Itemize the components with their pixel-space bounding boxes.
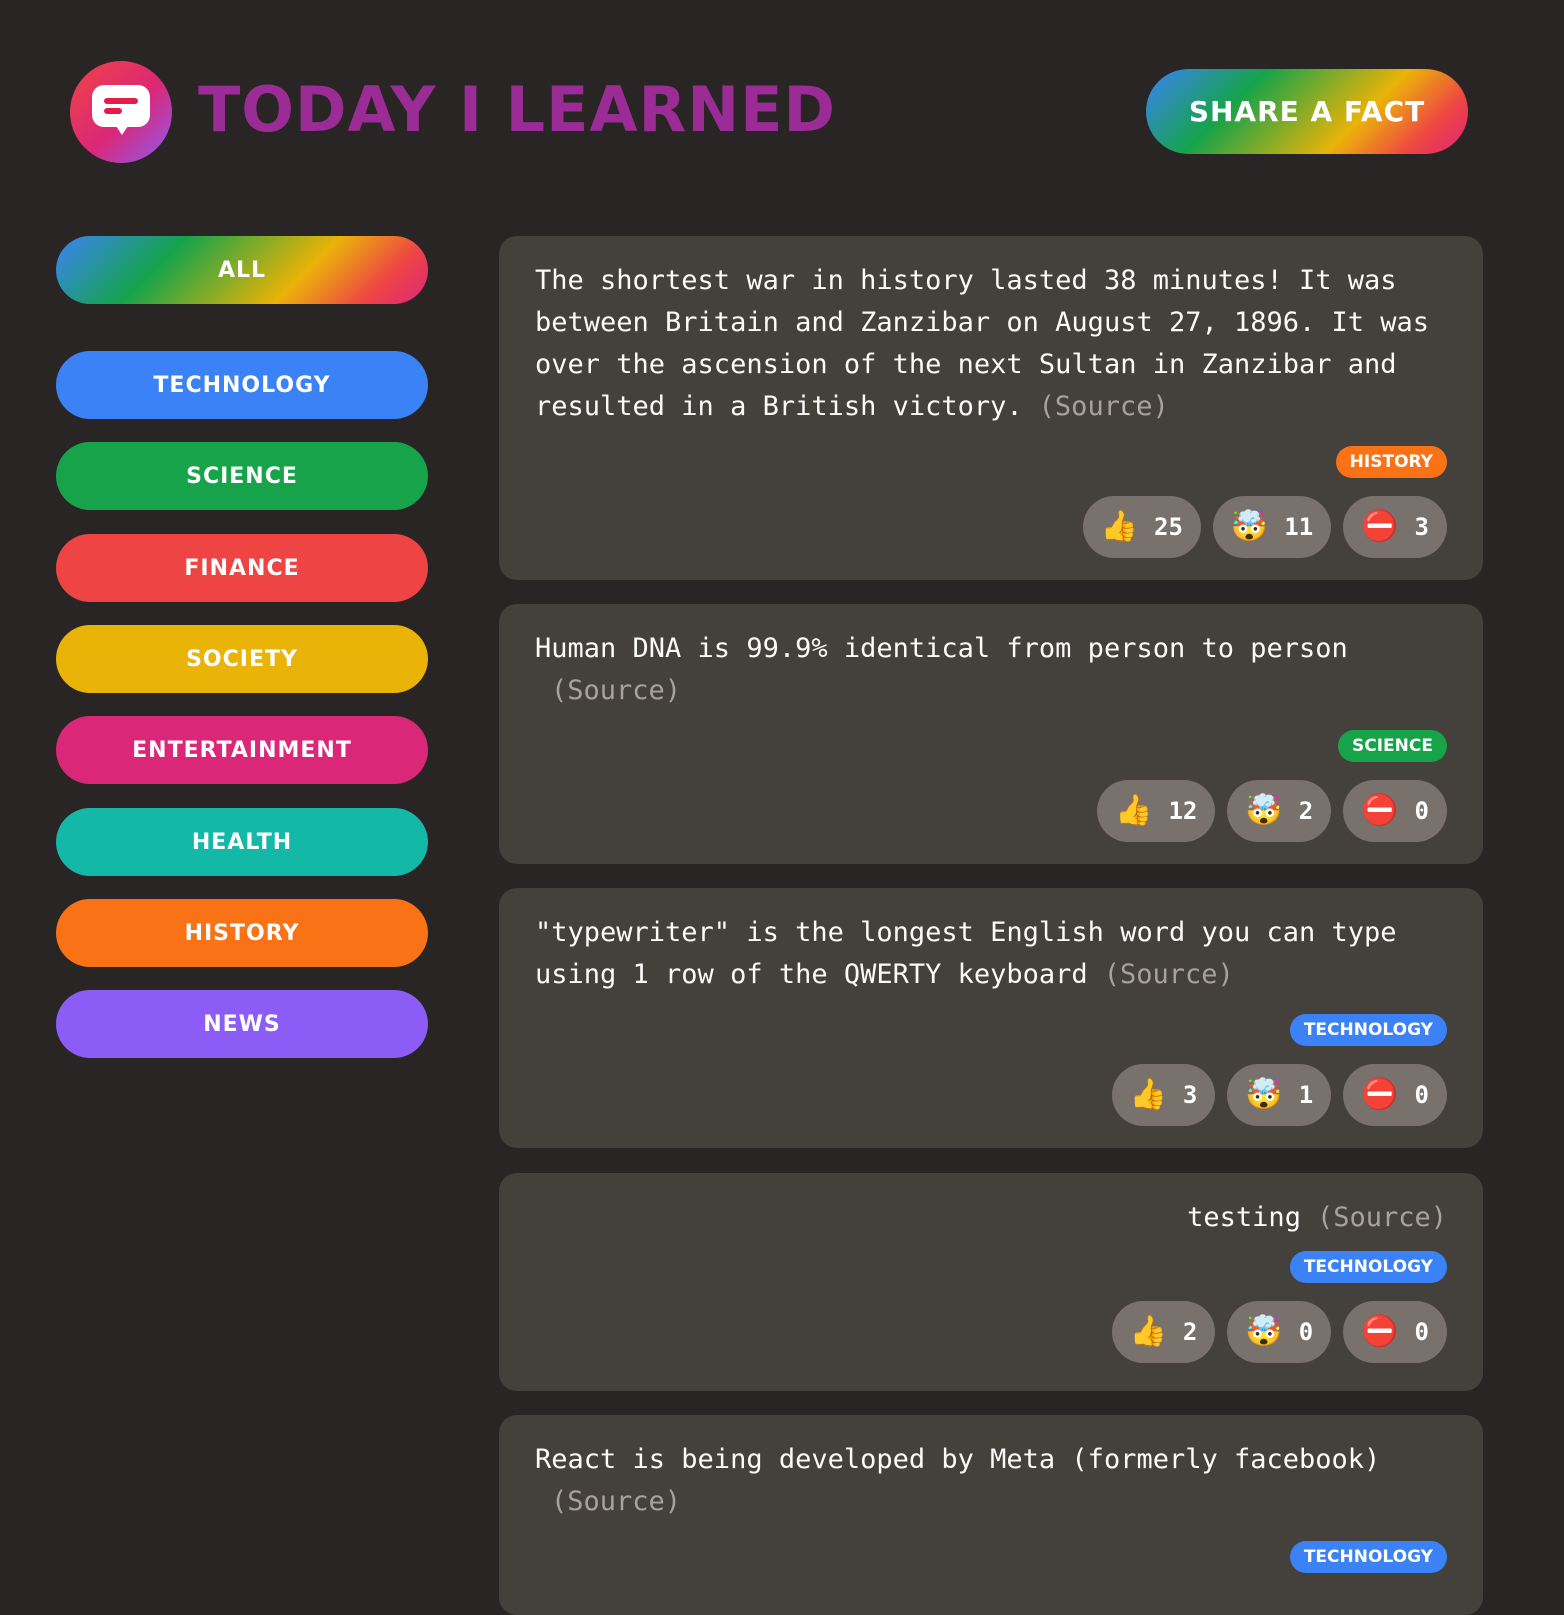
vote-false-button[interactable]: ⛔️ 3	[1343, 496, 1447, 558]
source-link[interactable]: (Source)	[1104, 959, 1234, 990]
fact-card: React is being developed by Meta (former…	[499, 1415, 1483, 1615]
fact-text: The shortest war in history lasted 38 mi…	[535, 260, 1447, 428]
fact-card: Human DNA is 99.9% identical from person…	[499, 604, 1483, 864]
category-all-button[interactable]: All	[56, 236, 428, 304]
vote-buttons: 👍 12 🤯 2 ⛔️ 0	[535, 780, 1447, 842]
vote-interesting-button[interactable]: 👍 3	[1111, 1064, 1216, 1126]
vote-mindblowing-button[interactable]: 🤯 2	[1227, 780, 1332, 842]
vote-count: 12	[1168, 797, 1198, 825]
vote-count: 11	[1284, 513, 1314, 541]
source-link[interactable]: (Source)	[1317, 1202, 1447, 1233]
exploding-head-icon: 🤯	[1245, 1314, 1283, 1349]
vote-count: 25	[1154, 513, 1183, 541]
vote-count: 3	[1414, 513, 1429, 541]
fact-text-body: testing	[1187, 1202, 1301, 1233]
fact-card: The shortest war in history lasted 38 mi…	[499, 236, 1483, 580]
vote-false-button[interactable]: ⛔️ 0	[1343, 780, 1447, 842]
vote-false-button[interactable]: ⛔️ 0	[1343, 1064, 1447, 1126]
fact-card: "typewriter" is the longest English word…	[499, 888, 1483, 1148]
vote-false-button[interactable]: ⛔️ 0	[1343, 1301, 1447, 1363]
category-health-button[interactable]: Health	[56, 808, 428, 876]
fact-text-body: React is being developed by Meta (former…	[535, 1444, 1381, 1475]
category-tag: Technology	[1289, 1014, 1447, 1046]
category-science-button[interactable]: Science	[56, 442, 428, 510]
category-tag: Technology	[1289, 1251, 1447, 1283]
no-entry-icon: ⛔️	[1361, 793, 1399, 828]
no-entry-icon: ⛔️	[1361, 509, 1399, 544]
vote-count: 0	[1414, 1318, 1429, 1346]
vote-count: 2	[1298, 797, 1314, 825]
share-a-fact-button[interactable]: Share a fact	[1146, 69, 1468, 154]
category-entertainment-button[interactable]: Entertainment	[56, 716, 428, 784]
vote-interesting-button[interactable]: 👍 25	[1082, 496, 1201, 558]
fact-text-body: The shortest war in history lasted 38 mi…	[535, 265, 1430, 422]
vote-interesting-button[interactable]: 👍 12	[1097, 780, 1216, 842]
source-link[interactable]: (Source)	[551, 1486, 681, 1517]
thumbs-up-icon: 👍	[1129, 1314, 1167, 1349]
vote-buttons: 👍 3 🤯 1 ⛔️ 0	[535, 1064, 1447, 1126]
category-tag: Technology	[1289, 1541, 1447, 1573]
category-technology-button[interactable]: Technology	[56, 351, 428, 419]
vote-count: 3	[1182, 1081, 1198, 1109]
vote-mindblowing-button[interactable]: 🤯 11	[1212, 496, 1332, 558]
category-society-button[interactable]: Society	[56, 625, 428, 693]
fact-text: Human DNA is 99.9% identical from person…	[535, 628, 1447, 712]
page-title: Today I Learned	[198, 73, 836, 146]
chat-bubble-icon	[70, 61, 172, 163]
category-history-button[interactable]: History	[56, 899, 428, 967]
vote-buttons: 👍 2 🤯 0 ⛔️ 0	[535, 1301, 1447, 1363]
no-entry-icon: ⛔️	[1361, 1077, 1399, 1112]
vote-count: 2	[1182, 1318, 1198, 1346]
no-entry-icon: ⛔️	[1361, 1314, 1399, 1349]
app-header: Today I Learned Share a fact	[0, 0, 1564, 220]
vote-interesting-button[interactable]: 👍 2	[1111, 1301, 1216, 1363]
fact-text-body: "typewriter" is the longest English word…	[535, 917, 1397, 990]
vote-count: 1	[1298, 1081, 1314, 1109]
exploding-head-icon: 🤯	[1230, 509, 1269, 544]
source-link[interactable]: (Source)	[1039, 391, 1169, 422]
thumbs-up-icon: 👍	[1100, 509, 1139, 544]
fact-text: React is being developed by Meta (former…	[535, 1439, 1447, 1523]
exploding-head-icon: 🤯	[1245, 793, 1283, 828]
source-link[interactable]: (Source)	[551, 675, 681, 706]
fact-text: testing (Source)	[535, 1197, 1447, 1239]
vote-buttons: 👍 25 🤯 11 ⛔️ 3	[535, 496, 1447, 558]
fact-text: "typewriter" is the longest English word…	[535, 912, 1447, 996]
exploding-head-icon: 🤯	[1245, 1077, 1283, 1112]
category-finance-button[interactable]: Finance	[56, 534, 428, 602]
category-tag: History	[1335, 446, 1447, 478]
vote-mindblowing-button[interactable]: 🤯 1	[1227, 1064, 1332, 1126]
vote-count: 0	[1414, 797, 1429, 825]
thumbs-up-icon: 👍	[1115, 793, 1153, 828]
category-news-button[interactable]: News	[56, 990, 428, 1058]
fact-text-body: Human DNA is 99.9% identical from person…	[535, 633, 1348, 664]
vote-count: 0	[1298, 1318, 1314, 1346]
vote-count: 0	[1414, 1081, 1429, 1109]
category-tag: Science	[1338, 730, 1447, 762]
fact-card: testing (Source) Technology 👍 2 🤯 0 ⛔️ 0	[499, 1173, 1483, 1391]
thumbs-up-icon: 👍	[1129, 1077, 1167, 1112]
vote-mindblowing-button[interactable]: 🤯 0	[1227, 1301, 1332, 1363]
